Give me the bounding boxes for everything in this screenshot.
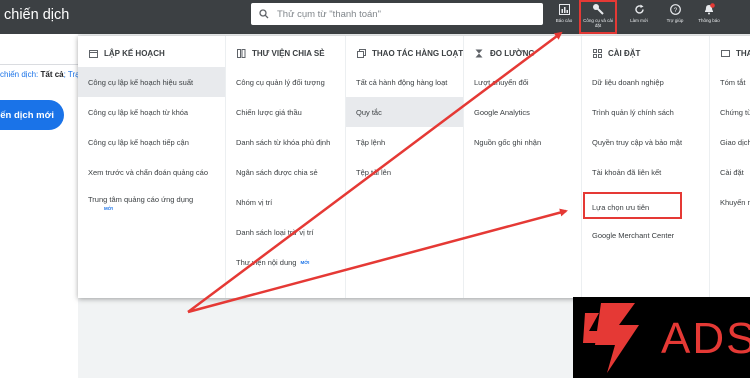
ads-logo: ADS (573, 297, 750, 378)
lightning-logo-icon (583, 303, 639, 373)
arrow-to-tools-button (187, 31, 563, 314)
arrow-to-preferences (187, 208, 568, 314)
logo-text: ADS (661, 314, 750, 363)
